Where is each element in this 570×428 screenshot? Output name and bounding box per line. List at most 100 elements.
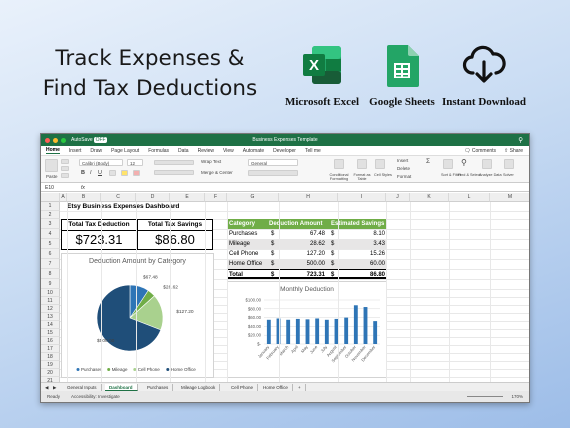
zoom-slider[interactable] [467,396,503,397]
cell-styles-icon[interactable] [375,159,385,169]
row-header[interactable]: 12 [41,305,60,313]
row-header[interactable]: 11 [41,297,60,305]
column-header[interactable]: C [101,193,136,202]
sheet-tab[interactable]: Dashboard [105,384,138,391]
font-size-select[interactable]: 12 [127,159,143,166]
tab-review[interactable]: Review [198,148,214,154]
bar-january[interactable] [266,319,271,344]
accessibility-status[interactable]: Accessibility: Investigate [71,394,120,399]
solver-icon[interactable] [504,159,514,169]
comments-button[interactable]: 🗨 Comments [464,148,496,154]
column-header[interactable]: E [170,193,205,202]
row-header[interactable]: 4 [41,229,60,239]
column-header[interactable]: G [227,193,279,202]
sort-filter-icon[interactable] [443,159,453,169]
column-header[interactable]: B [67,193,101,202]
row-header[interactable]: 2 [41,211,60,219]
tab-home[interactable]: Home [46,147,60,154]
row-header[interactable]: 6 [41,249,60,259]
column-header[interactable]: F [205,193,227,202]
format-as-table-icon[interactable] [357,159,367,169]
row-header[interactable]: 18 [41,353,60,361]
sheet-tab[interactable]: Purchases [143,384,174,391]
search-icon[interactable]: ⚲ [518,136,523,144]
formula-input[interactable] [91,184,525,190]
format-cells-button[interactable]: Format [397,174,411,179]
column-header[interactable]: I [338,193,386,202]
select-all-corner[interactable] [41,193,60,202]
analyze-data-icon[interactable] [482,159,492,169]
row-header[interactable]: 10 [41,289,60,297]
bar-september[interactable] [344,317,349,344]
row-header[interactable]: 17 [41,345,60,353]
underline-button[interactable]: U [98,170,102,176]
fill-color-icon[interactable] [121,170,128,176]
cut-icon[interactable] [61,159,69,164]
column-header[interactable]: K [410,193,449,202]
tab-automate[interactable]: Automate [243,148,264,154]
conditional-formatting-icon[interactable] [334,159,344,169]
bar-may[interactable] [305,319,310,344]
row-header[interactable]: 3 [41,219,60,229]
zoom-level[interactable]: 170% [511,394,523,399]
bar-july[interactable] [324,319,329,344]
paste-icon[interactable] [45,159,58,172]
pie-chart[interactable]: Deduction Amount by Category $67.48 $28.6… [61,253,214,378]
delete-cells-button[interactable]: Delete [397,166,410,171]
tab-developer[interactable]: Developer [273,148,296,154]
row-header[interactable]: 1 [41,202,60,211]
tab-formulas[interactable]: Formulas [148,148,169,154]
autosum-icon[interactable]: Σ [426,158,430,165]
column-header[interactable]: H [279,193,338,202]
tab-view[interactable]: View [223,148,234,154]
row-header[interactable]: 5 [41,239,60,249]
bold-button[interactable]: B [81,170,85,176]
row-header[interactable]: 9 [41,279,60,289]
sheet-nav-prev-icon[interactable]: ◀ [45,385,48,391]
number-format-select[interactable]: General [248,159,298,166]
merge-center-button[interactable]: Merge & Center [201,170,233,175]
row-header[interactable]: 20 [41,369,60,377]
bar-november[interactable] [363,307,368,344]
bar-chart[interactable]: Monthly Deduction $100.00 $80.00 $60.00 $40… [227,281,387,378]
wrap-text-button[interactable]: Wrap Text [201,159,221,164]
sheet-tab[interactable]: Mileage Logbook [177,384,221,391]
number-format-buttons[interactable] [248,170,298,176]
column-header[interactable]: M [490,193,529,202]
copy-icon[interactable] [61,166,69,171]
row-header[interactable]: 13 [41,313,60,321]
insert-cells-button[interactable]: Insert [397,158,408,163]
row-header[interactable]: 8 [41,269,60,279]
italic-button[interactable]: I [90,170,92,176]
borders-icon[interactable] [109,170,116,176]
row-header[interactable]: 7 [41,259,60,269]
sheet-tab[interactable]: Home Office [259,384,293,391]
tab-insert[interactable]: Insert [69,148,82,154]
bar-march[interactable] [286,319,291,344]
column-header[interactable]: J [386,193,410,202]
add-sheet-button[interactable]: + [294,384,306,391]
tab-data[interactable]: Data [178,148,189,154]
name-box[interactable]: E10 [45,185,54,191]
share-button[interactable]: ⇧ Share [504,148,523,154]
tab-draw[interactable]: Draw [90,148,102,154]
column-header[interactable]: A [60,193,67,202]
row-header[interactable]: 16 [41,337,60,345]
tab-tell-me[interactable]: Tell me [305,148,321,154]
font-color-icon[interactable] [133,170,140,176]
bar-october[interactable] [353,305,358,344]
font-name-select[interactable]: Calibri (Body) [79,159,123,166]
row-header[interactable]: 19 [41,361,60,369]
format-painter-icon[interactable] [61,173,69,178]
sheet-nav-next-icon[interactable]: ▶ [53,385,56,391]
align-top-icons[interactable] [154,160,194,165]
find-select-icon[interactable]: ⚲ [461,158,467,167]
bar-december[interactable] [373,321,378,344]
fx-button[interactable]: fx [81,185,85,191]
sheet-tab[interactable]: Cell Phone [227,384,259,391]
bar-april[interactable] [295,318,300,344]
sheet-tab[interactable]: General Inputs [63,384,102,391]
align-horizontal-icons[interactable] [154,170,194,175]
tab-page-layout[interactable]: Page Layout [111,148,139,154]
row-header[interactable]: 14 [41,321,60,329]
